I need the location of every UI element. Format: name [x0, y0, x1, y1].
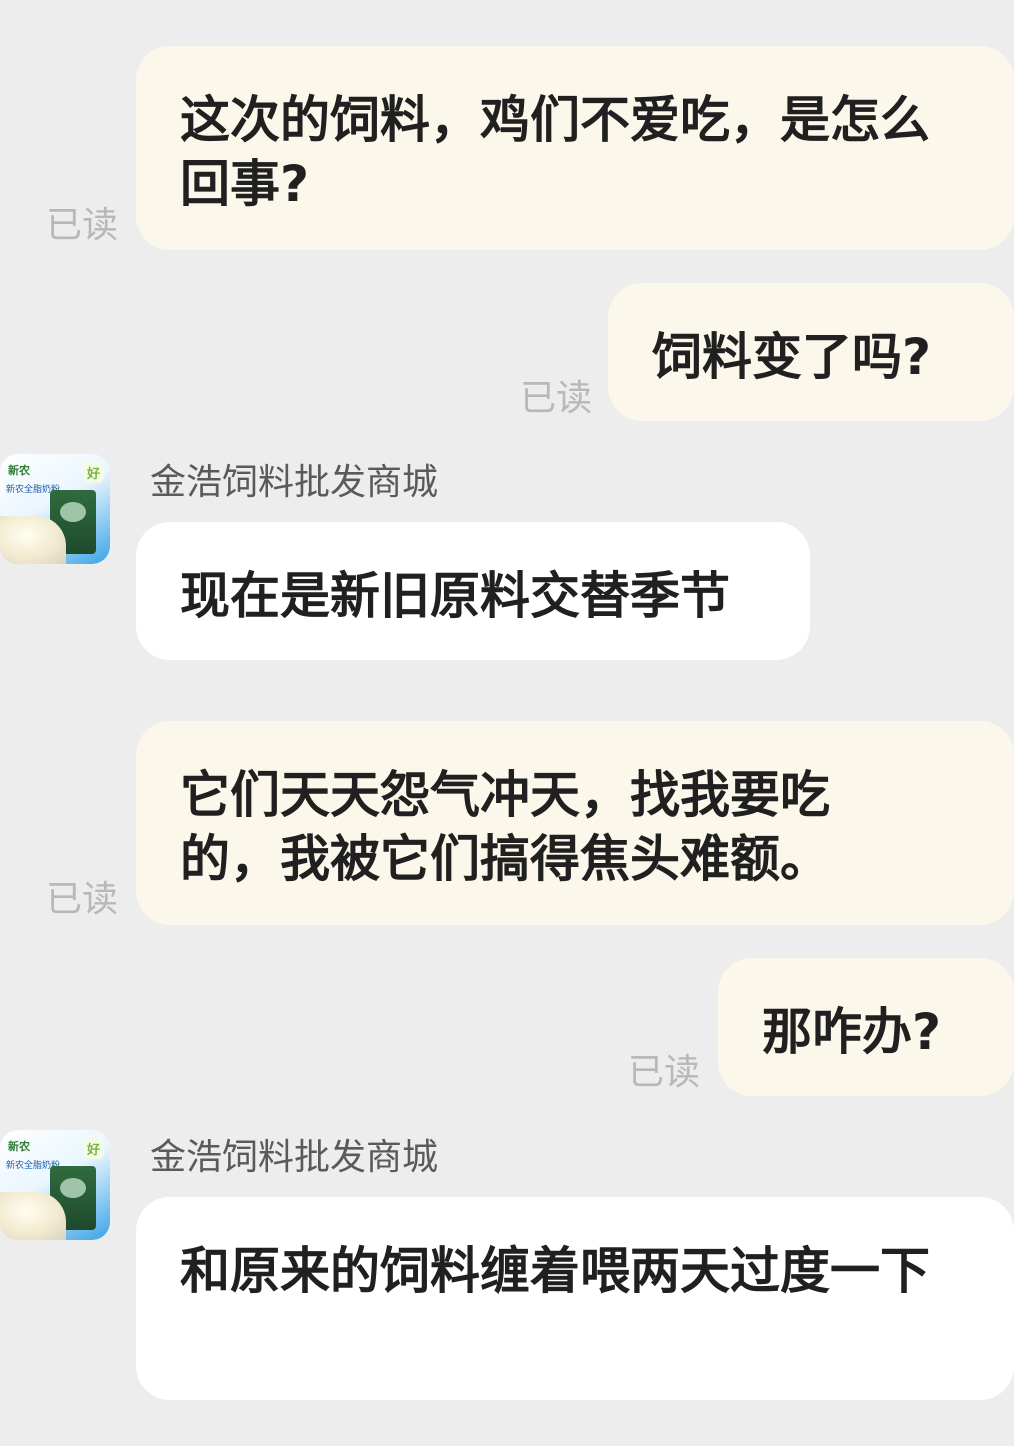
read-receipt: 已读 [46, 205, 119, 246]
sender-name: 金浩饲料批发商城 [150, 462, 439, 503]
sender-avatar[interactable]: 新农 新农全脂奶粉 好 [0, 1130, 110, 1240]
read-receipt: 已读 [520, 378, 593, 419]
chat-thread: 已读 这次的饲料，鸡们不爱吃，是怎么回事? 已读 饲料变了吗? 新农 新农全脂奶… [0, 0, 1014, 1446]
avatar-badge: 好 [82, 1138, 104, 1159]
incoming-message-bubble[interactable]: 现在是新旧原料交替季节 [136, 522, 810, 660]
outgoing-message-bubble[interactable]: 它们天天怨气冲天，找我要吃的，我被它们搞得焦头难额。 [136, 721, 1014, 925]
sender-name: 金浩饲料批发商城 [150, 1137, 439, 1178]
read-receipt: 已读 [46, 879, 119, 920]
brand-logo: 新农 [8, 464, 30, 477]
milk-splash-icon [0, 1192, 66, 1240]
sender-avatar[interactable]: 新农 新农全脂奶粉 好 [0, 454, 110, 564]
avatar-badge: 好 [82, 462, 104, 483]
read-receipt: 已读 [628, 1052, 701, 1093]
outgoing-message-bubble[interactable]: 这次的饲料，鸡们不爱吃，是怎么回事? [136, 46, 1014, 250]
milk-splash-icon [0, 516, 66, 564]
outgoing-message-bubble[interactable]: 饲料变了吗? [608, 283, 1014, 421]
outgoing-message-bubble[interactable]: 那咋办? [718, 958, 1014, 1096]
incoming-message-bubble[interactable]: 和原来的饲料缠着喂两天过度一下 [136, 1197, 1014, 1400]
brand-logo: 新农 [8, 1140, 30, 1153]
